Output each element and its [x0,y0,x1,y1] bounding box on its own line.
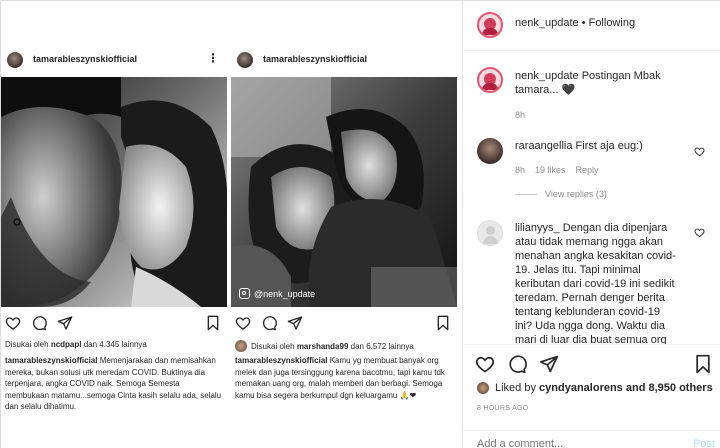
comment-icon[interactable] [261,315,277,331]
post-actions [235,315,453,333]
post-caption: tamarableszynskiofficial Memenjarakan da… [5,355,225,413]
watermark: @nenk_update [239,288,315,299]
liked-by-user[interactable]: cyndyanalorens [539,382,623,394]
panel-header: nenk_update • Following [463,1,720,51]
comment: raraangellia First aja eug:) [515,139,695,153]
following-button[interactable]: Following [589,17,635,29]
comment-text: teredam. Pernah denger berita [515,292,665,304]
post-button[interactable]: Post [693,438,715,448]
instagram-icon [239,288,250,299]
like-comment-icon[interactable] [694,146,705,157]
comment-text: Postingan Mbak [581,70,661,82]
bookmark-icon[interactable] [693,354,713,374]
caption-username[interactable]: tamarableszynskiofficial [5,356,97,365]
post-media: tamarableszynskiofficial ⋮ Disukai oleh … [1,1,463,448]
comment-username[interactable]: nenk_update [515,70,579,82]
avatar[interactable] [237,52,253,68]
liked-by-label: Disukai oleh [251,341,295,351]
likes-summary: Liked by cyndyanalorens and 8,950 others [477,382,713,394]
likes-others[interactable]: dan 6.572 lainnya [351,342,414,351]
avatar[interactable] [477,12,503,38]
comment-username[interactable]: raraangellia [515,140,572,152]
divider [515,193,537,195]
watermark-text: @nenk_update [254,288,316,299]
post-header: tamarableszynskiofficial ⋮ [1,39,229,77]
comment: lilianyys_ Dengan dia dipenjara atau tid… [515,221,695,344]
heart-icon[interactable] [5,315,21,331]
comments-list[interactable]: nenk_update Postingan Mbak tamara... 🖤 8… [463,51,720,344]
bookmark-icon[interactable] [435,315,451,331]
comment-username[interactable]: lilianyys_ [515,222,560,234]
like-comment-icon[interactable] [694,227,705,238]
liker-avatar [235,340,247,352]
post-header: tamarableszynskiofficial [231,39,459,77]
heart-icon[interactable] [235,315,251,331]
comment-time: 8h [515,110,526,120]
liked-by-label: Disukai oleh [5,340,49,349]
comment-text: 19. Jelas itu. Tapi minimal [515,264,641,276]
post-photo: @nenk_update [231,77,457,307]
comment-likes[interactable]: 19 likes [535,165,566,175]
caption-comment: nenk_update Postingan Mbak tamara... 🖤 [515,69,705,97]
avatar[interactable] [477,220,503,246]
share-icon[interactable] [539,354,559,374]
header-user-line: nenk_update • Following [515,17,635,29]
liked-by-user[interactable]: ncdpapl [51,340,82,349]
bookmark-icon[interactable] [205,315,221,331]
liker-avatar [477,382,489,394]
comment-text: tamara... 🖤 [515,84,576,96]
add-comment-bar: Post [463,430,720,448]
comment-text: First aja eug:) [575,140,643,152]
comment-icon[interactable] [31,315,47,331]
liked-by-user[interactable]: marshanda99 [297,342,349,351]
likes-others[interactable]: dan 4.345 lainnya [84,340,147,349]
post-caption: tamarableszynskiofficial Kamu yg membuat… [235,355,455,401]
comment-text: keributan dari covid-19 ini sedikit [515,278,675,290]
post-actions [5,315,223,333]
comment-time: 8h [515,165,526,175]
avatar[interactable] [7,52,23,68]
share-icon[interactable] [57,315,73,331]
comment-text: mari di luar dia buat semua org [515,334,667,344]
comment-text: menahan angka kesakitan covid- [515,250,676,262]
post-username[interactable]: tamarableszynskiofficial [263,54,367,64]
comment-text: atau tidak memang ngga akan [515,236,663,248]
avatar[interactable] [477,67,503,93]
header-username[interactable]: nenk_update [515,17,579,29]
likes-others-count[interactable]: and 8,950 others [626,382,713,394]
screenshot-frame: tamarableszynskiofficial ⋮ Disukai oleh … [0,0,720,448]
likes-others[interactable]: and 8,950 others [626,382,713,394]
view-replies-button[interactable]: View replies (3) [515,189,607,199]
post-timestamp[interactable]: 8 HOURS AGO [477,405,529,412]
likes-summary: Disukai oleh marshanda99 dan 6.572 lainn… [235,340,414,352]
comment-text: ini? Uda ngga dong. Waktu dia [515,320,666,332]
panel-footer: Liked by cyndyanalorens and 8,950 others… [463,344,720,448]
header-separator: • [578,17,589,29]
comments-panel: nenk_update • Following nenk_update Post… [463,1,720,448]
view-replies-label[interactable]: View replies (3) [545,189,607,199]
comment-icon[interactable] [507,354,527,374]
add-comment-input[interactable] [477,438,677,448]
comment-meta: 8h [515,110,535,120]
more-options-icon[interactable]: ⋮ [207,51,219,65]
likes-summary: Disukai oleh ncdpapl dan 4.345 lainnya [5,340,147,349]
share-icon[interactable] [287,315,303,331]
heart-icon[interactable] [475,354,495,374]
comment-text: tentang keblunderan covid-19 [515,306,660,318]
comment-meta: 8h 19 likes Reply [515,165,609,175]
embedded-post-1: tamarableszynskiofficial ⋮ Disukai oleh … [1,39,229,448]
post-photo [1,77,227,307]
embedded-post-2: tamarableszynskiofficial @nenk_update Di… [231,39,459,448]
avatar[interactable] [477,138,503,164]
post-username[interactable]: tamarableszynskiofficial [33,54,137,64]
liked-by-label: Liked by [495,382,536,394]
caption-username[interactable]: tamarableszynskiofficial [235,356,327,365]
comment-text: Dengan dia dipenjara [562,222,668,234]
reply-button[interactable]: Reply [576,165,599,175]
